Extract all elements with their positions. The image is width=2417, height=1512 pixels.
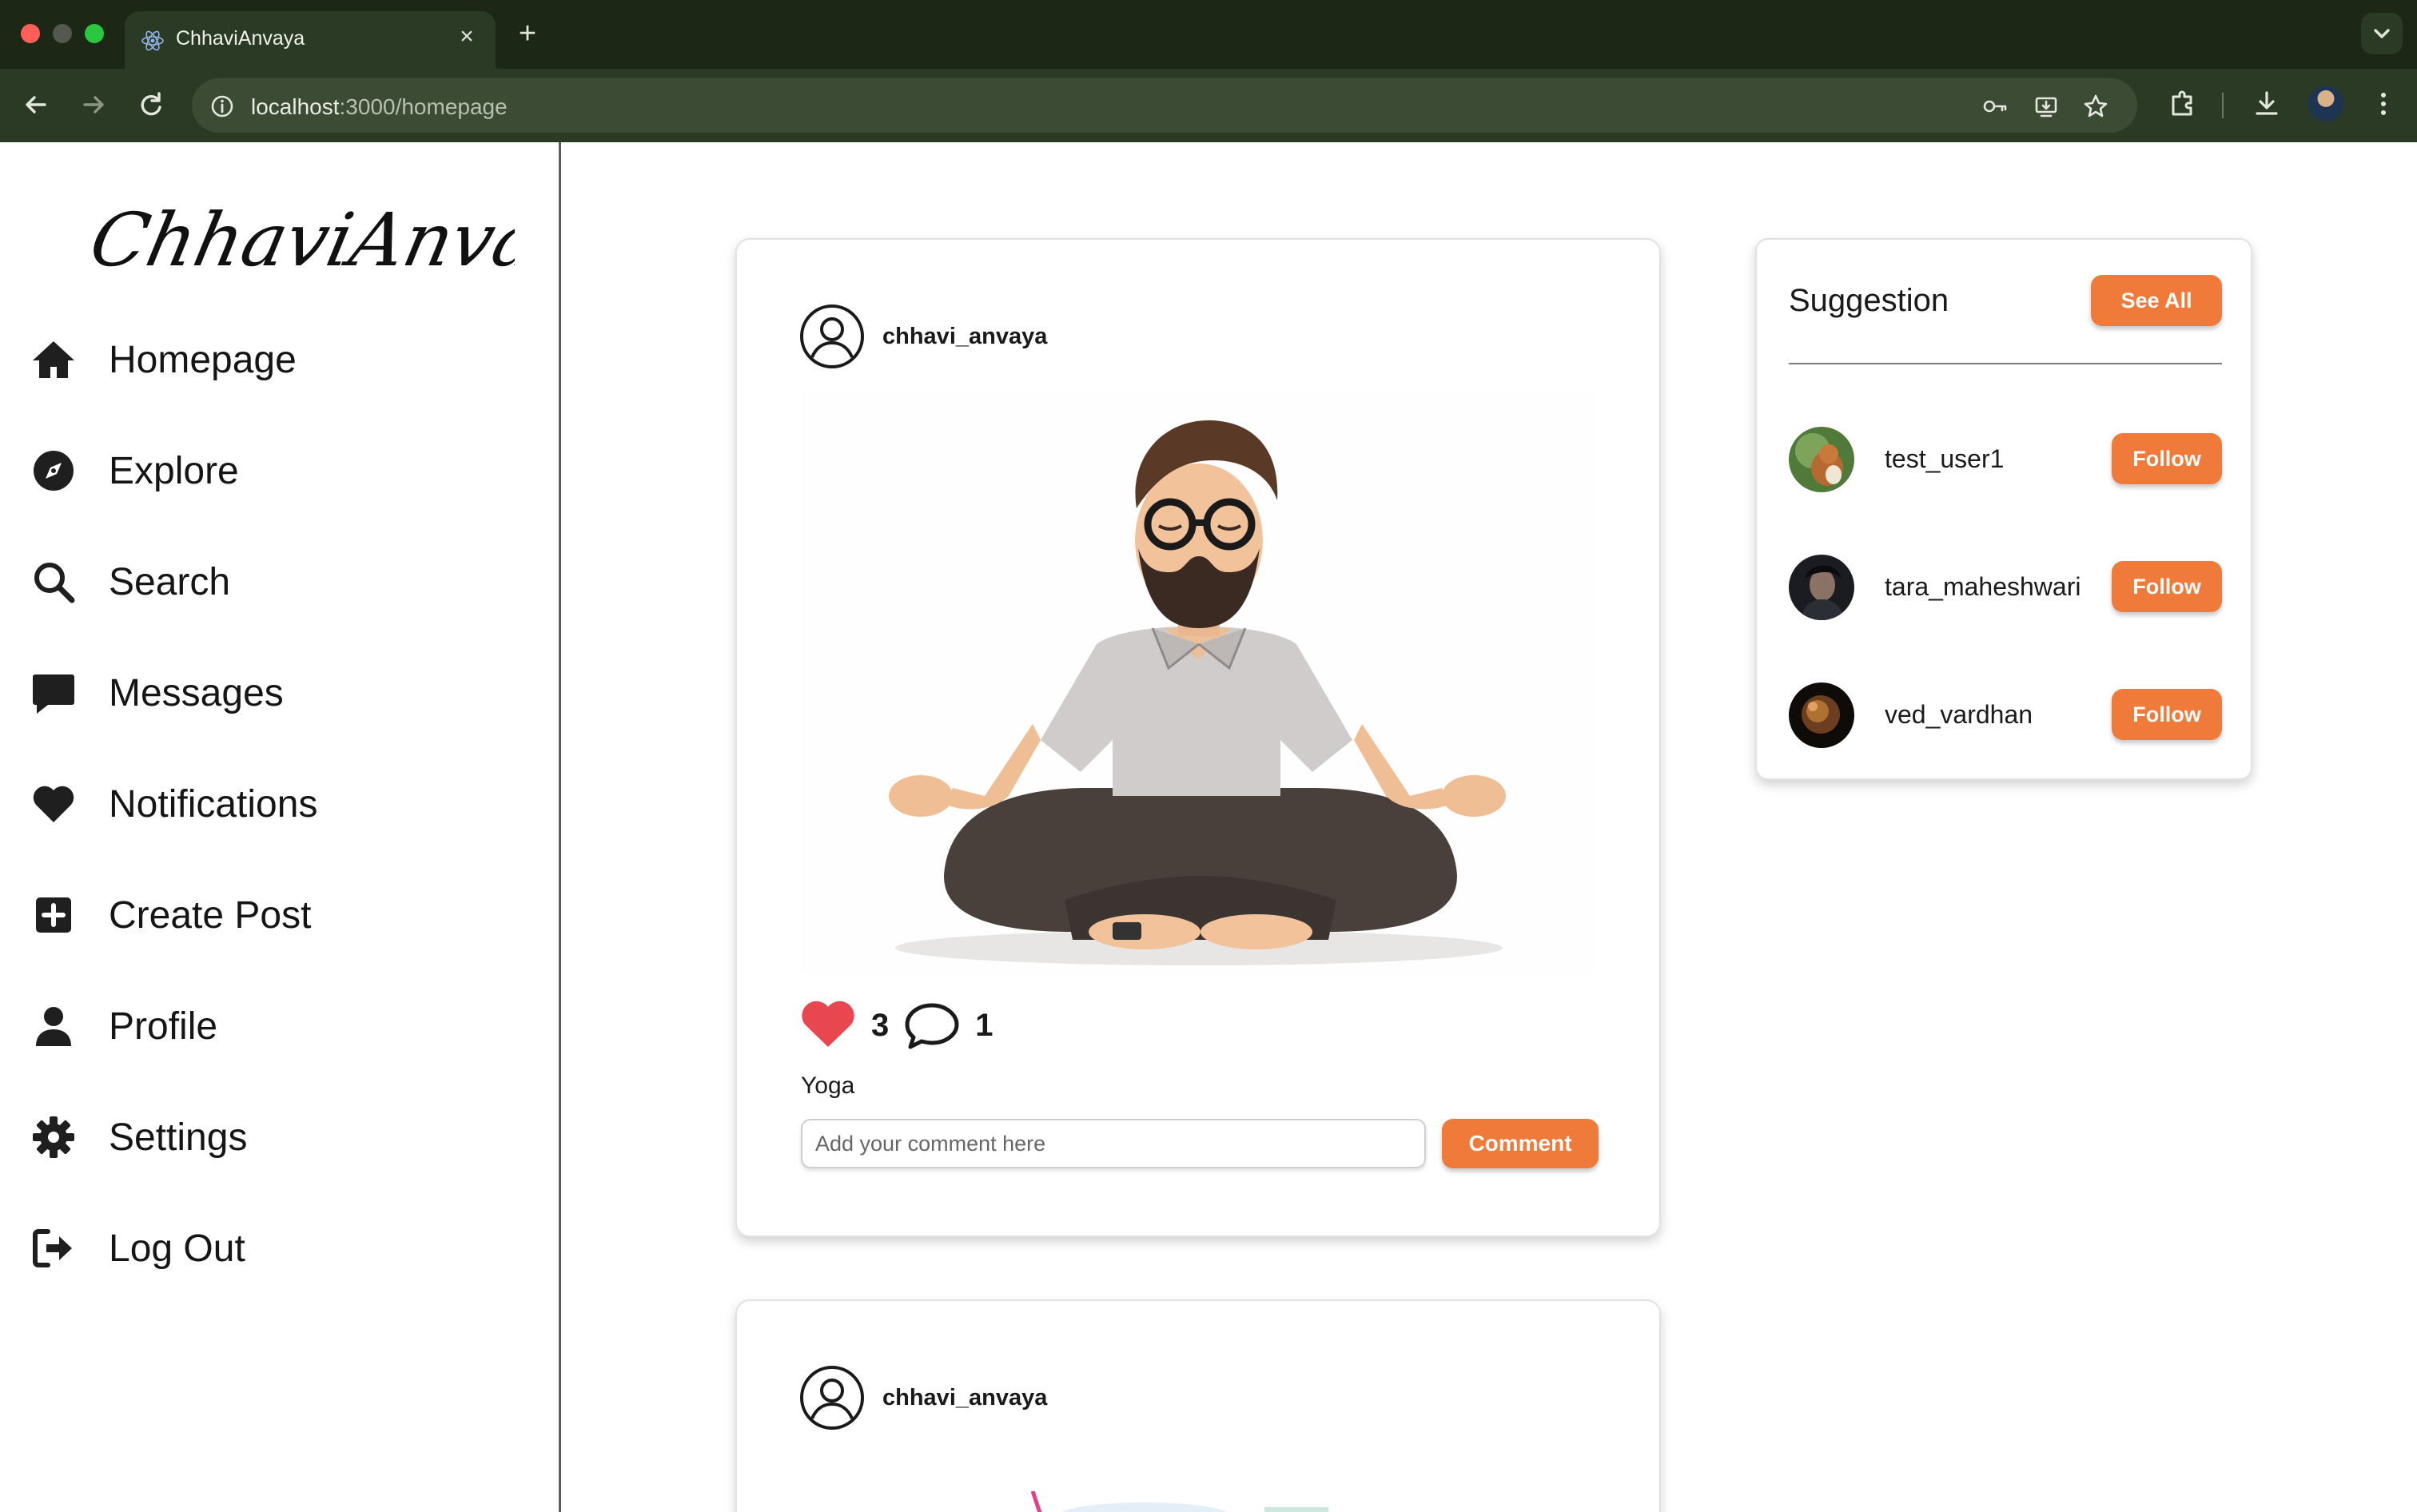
gear-icon [30, 1114, 77, 1160]
sidebar-item-label: Create Post [109, 893, 312, 937]
follow-button[interactable]: Follow [2112, 689, 2222, 740]
sidebar-item-label: Messages [109, 671, 284, 714]
user-avatar-icon[interactable] [799, 1365, 865, 1430]
user-icon [30, 1003, 77, 1049]
sidebar-item-logout[interactable]: Log Out [30, 1216, 245, 1280]
url-host: localhost [251, 94, 340, 119]
suggestions-title: Suggestion [1789, 283, 1949, 318]
post-image[interactable] [801, 388, 1594, 975]
address-bar[interactable]: localhost:3000/homepage [192, 78, 2137, 133]
suggestion-username[interactable]: ved_vardhan [1885, 700, 2033, 730]
post-header: chhavi_anvaya [799, 304, 1047, 369]
chevron-down-icon [2374, 29, 2390, 38]
forward-icon[interactable] [74, 85, 113, 125]
user-avatar[interactable] [1789, 682, 1854, 748]
sidebar-item-label: Search [109, 560, 231, 603]
like-count: 3 [871, 1007, 890, 1043]
sidebar-item-explore[interactable]: Explore [30, 439, 239, 503]
logout-icon [30, 1225, 77, 1271]
post-username[interactable]: chhavi_anvaya [882, 324, 1047, 350]
user-avatar[interactable] [1789, 555, 1854, 620]
sidebar-item-search[interactable]: Search [30, 550, 230, 614]
app-logo[interactable]: ChhaviAnvaya [83, 192, 515, 296]
sidebar-item-create-post[interactable]: Create Post [30, 883, 311, 947]
divider [1789, 363, 2222, 364]
comment-button[interactable]: Comment [1442, 1119, 1599, 1168]
sidebar-item-notifications[interactable]: Notifications [30, 772, 317, 836]
suggestion-row: tara_maheshwari Follow [1789, 555, 2222, 620]
home-icon [30, 336, 77, 383]
logo-text: ChhaviAnvaya [83, 197, 515, 283]
heart-icon [30, 781, 77, 827]
new-tab-button[interactable]: + [512, 16, 544, 51]
message-icon [30, 670, 77, 716]
tab-title: ChhaviAnvaya [176, 27, 305, 50]
post-header: chhavi_anvaya [799, 1365, 1047, 1430]
comment-input[interactable] [801, 1119, 1426, 1168]
sidebar-item-label: Explore [109, 449, 239, 492]
plus-square-icon [30, 892, 77, 938]
like-heart-icon[interactable] [799, 1001, 857, 1050]
site-info-icon[interactable] [208, 92, 237, 121]
see-all-button[interactable]: See All [2091, 275, 2222, 326]
profile-avatar[interactable] [2308, 86, 2343, 121]
follow-button[interactable]: Follow [2112, 433, 2222, 484]
url-text: localhost:3000/homepage [251, 94, 508, 120]
react-icon [141, 30, 164, 51]
post-actions: 3 1 [799, 1001, 1008, 1050]
url-path: :3000/homepage [339, 94, 508, 119]
sidebar-item-label: Profile [109, 1005, 218, 1048]
browser-toolbar: localhost:3000/homepage [0, 69, 2417, 142]
sidebar-item-label: Homepage [109, 338, 297, 381]
follow-button[interactable]: Follow [2112, 561, 2222, 612]
sidebar-item-label: Settings [109, 1116, 248, 1159]
sidebar: ChhaviAnvaya Homepage Explore Search Mes… [0, 142, 561, 1512]
post-card: chhavi_anvaya [735, 1299, 1661, 1512]
back-icon[interactable] [16, 85, 56, 125]
key-icon[interactable] [1981, 92, 2009, 121]
tab-strip: ChhaviAnvaya × + [0, 0, 2417, 69]
install-app-icon[interactable] [2032, 92, 2061, 121]
suggestion-username[interactable]: tara_maheshwari [1885, 572, 2081, 602]
post-image-partial[interactable] [977, 1491, 1376, 1512]
user-avatar-icon[interactable] [799, 304, 865, 369]
close-window-button[interactable] [21, 24, 40, 43]
compass-icon [30, 448, 77, 494]
suggestions-panel: Suggestion See All test_user1 Follow tar… [1755, 238, 2252, 780]
tab-close-icon[interactable]: × [452, 22, 481, 51]
post-card: chhavi_anvaya 3 1 Yoga Add your comment … [735, 238, 1661, 1237]
sidebar-item-settings[interactable]: Settings [30, 1105, 247, 1169]
post-caption: Yoga [801, 1072, 855, 1099]
minimize-window-button[interactable] [53, 24, 72, 43]
reload-icon[interactable] [131, 85, 171, 125]
sidebar-item-profile[interactable]: Profile [30, 994, 217, 1058]
maximize-window-button[interactable] [85, 24, 104, 43]
suggestion-username[interactable]: test_user1 [1885, 444, 2004, 474]
more-menu-icon[interactable] [2364, 85, 2403, 123]
sidebar-item-label: Notifications [109, 782, 318, 826]
tab-search-button[interactable] [2361, 13, 2403, 54]
suggestion-row: test_user1 Follow [1789, 427, 2222, 492]
browser-tab[interactable]: ChhaviAnvaya × [125, 11, 496, 69]
user-avatar[interactable] [1789, 427, 1854, 492]
suggestion-row: ved_vardhan Follow [1789, 682, 2222, 748]
comment-count: 1 [975, 1007, 993, 1043]
download-icon[interactable] [2248, 85, 2286, 123]
post-username[interactable]: chhavi_anvaya [882, 1385, 1047, 1411]
toolbar-divider [2222, 93, 2224, 118]
sidebar-item-label: Log Out [109, 1227, 245, 1270]
sidebar-item-messages[interactable]: Messages [30, 661, 284, 725]
sidebar-item-homepage[interactable]: Homepage [30, 328, 297, 392]
browser-chrome: ChhaviAnvaya × + localhost:3000/homepage [0, 0, 2417, 142]
extensions-icon[interactable] [2163, 85, 2201, 123]
comment-bubble-icon[interactable] [903, 1001, 961, 1050]
bookmark-star-icon[interactable] [2081, 92, 2110, 121]
search-icon [30, 559, 77, 605]
